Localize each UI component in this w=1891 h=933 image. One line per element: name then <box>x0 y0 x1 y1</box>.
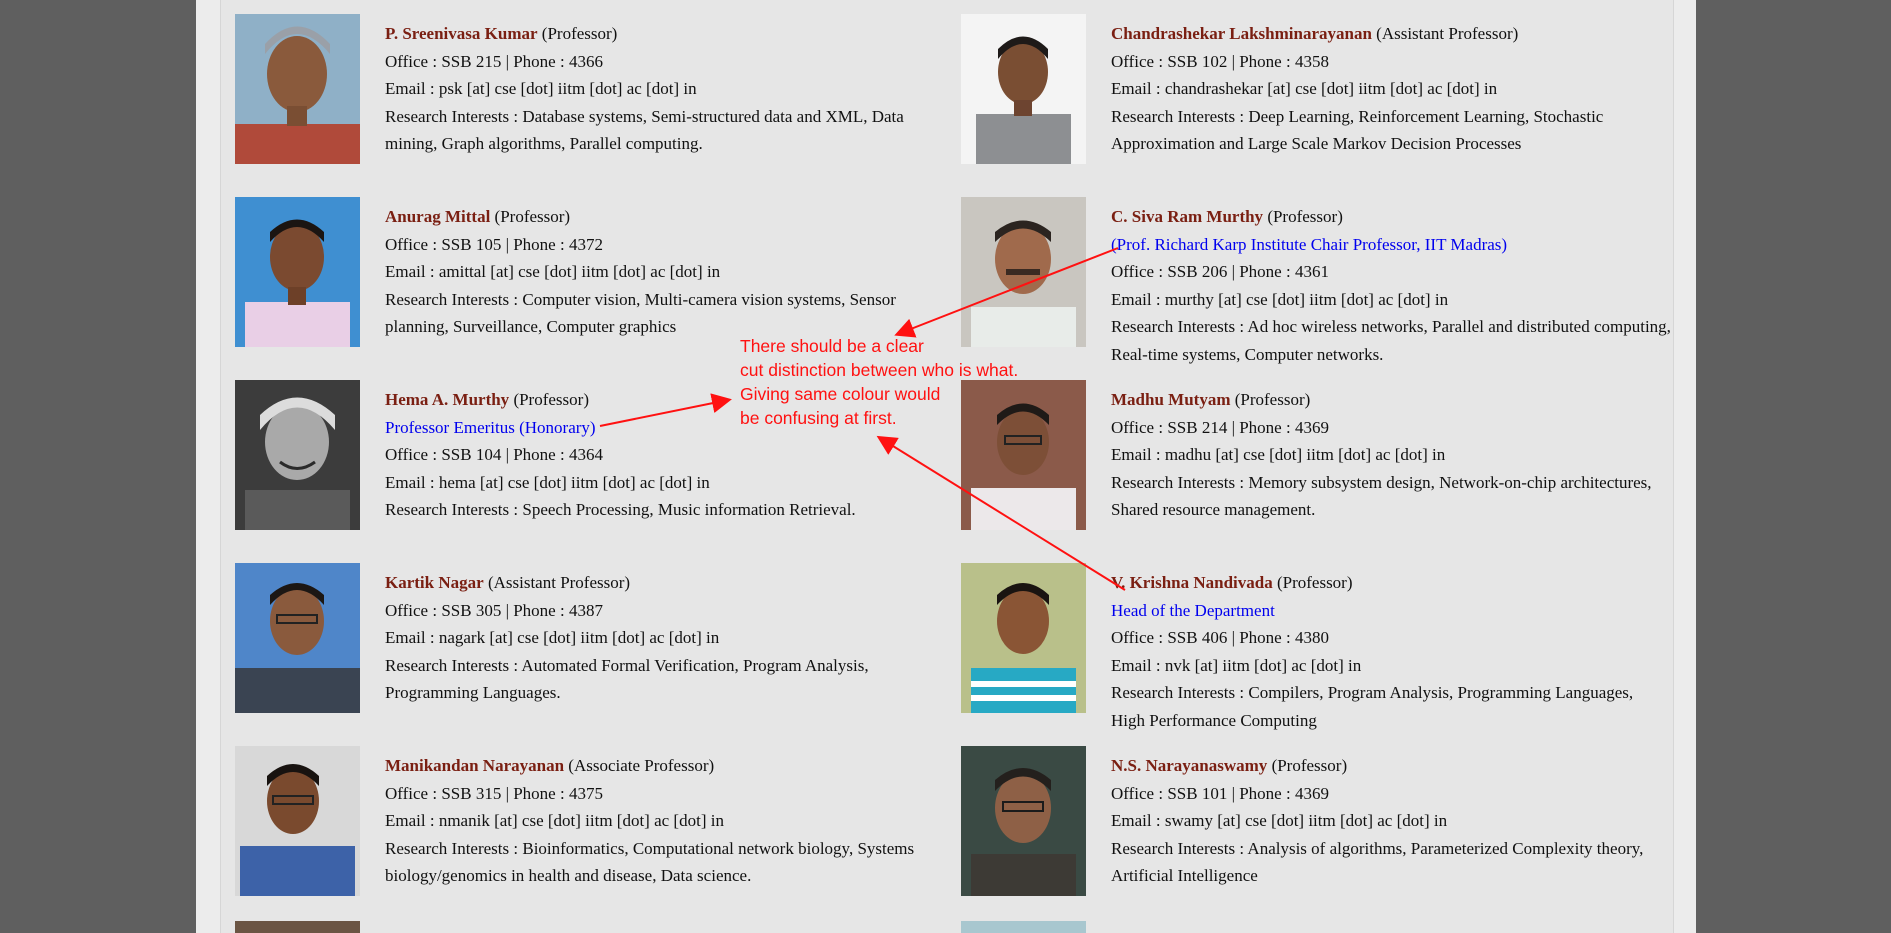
faculty-info: C. Siva Ram Murthy (Professor) (Prof. Ri… <box>1111 203 1671 368</box>
annotation-line: There should be a clear <box>740 336 924 356</box>
faculty-card: Chandrashekar Lakshminarayanan (Assistan… <box>961 14 1661 184</box>
faculty-name[interactable]: C. Siva Ram Murthy <box>1111 207 1263 226</box>
faculty-research: Research Interests : Memory subsystem de… <box>1111 472 1652 520</box>
faculty-office: Office : SSB 215 | Phone : 4366 <box>385 51 603 71</box>
faculty-info: N.S. Narayanaswamy (Professor) Office : … <box>1111 752 1671 890</box>
faculty-info: Kartik Nagar (Assistant Professor) Offic… <box>385 569 945 707</box>
faculty-role: (Professor) <box>1267 207 1343 226</box>
faculty-photo <box>235 746 360 896</box>
faculty-email: Email : swamy [at] cse [dot] iitm [dot] … <box>1111 811 1448 830</box>
faculty-email: Email : nagark [at] cse [dot] iitm [dot]… <box>385 628 720 647</box>
faculty-email: Email : psk [at] cse [dot] iitm [dot] ac… <box>385 79 697 98</box>
faculty-photo <box>235 14 360 164</box>
faculty-role: (Professor) <box>1234 390 1311 409</box>
faculty-photo <box>961 197 1086 347</box>
faculty-office: Office : SSB 406 | Phone : 4380 <box>1111 628 1329 647</box>
faculty-info: V. Krishna Nandivada (Professor) Head of… <box>1111 569 1671 734</box>
faculty-photo <box>235 197 360 347</box>
faculty-info: Anurag Mittal (Professor) Office : SSB 1… <box>385 203 945 341</box>
faculty-role: (Assistant Professor) <box>1376 24 1519 43</box>
faculty-photo <box>961 14 1086 164</box>
faculty-email: Email : madhu [at] cse [dot] iitm [dot] … <box>1111 445 1446 464</box>
faculty-card: Kartik Nagar (Assistant Professor) Offic… <box>235 563 935 733</box>
faculty-office: Office : SSB 104 | Phone : 4364 <box>385 445 603 464</box>
faculty-card: V. Krishna Nandivada (Professor) Head of… <box>961 563 1661 733</box>
faculty-photo-partial <box>235 921 360 933</box>
faculty-name[interactable]: Hema A. Murthy <box>385 390 509 409</box>
faculty-photo <box>961 746 1086 896</box>
faculty-name[interactable]: N.S. Narayanaswamy <box>1111 756 1267 775</box>
faculty-role: (Professor) <box>494 207 571 226</box>
faculty-role: (Professor) <box>513 390 589 409</box>
faculty-photo <box>235 563 360 713</box>
faculty-list-container: P. Sreenivasa Kumar (Professor) Office :… <box>220 0 1674 933</box>
faculty-role: (Professor) <box>541 24 618 43</box>
faculty-research: Research Interests : Database systems, S… <box>385 106 904 154</box>
faculty-research: Research Interests : Analysis of algorit… <box>1111 838 1644 886</box>
faculty-designation: Head of the Department <box>1111 600 1275 620</box>
faculty-name[interactable]: V. Krishna Nandivada <box>1111 573 1273 592</box>
faculty-designation: (Prof. Richard Karp Institute Chair Prof… <box>1111 234 1508 254</box>
faculty-info: P. Sreenivasa Kumar (Professor) Office :… <box>385 20 945 158</box>
faculty-research: Research Interests : Deep Learning, Rein… <box>1111 106 1604 154</box>
faculty-info: Chandrashekar Lakshminarayanan (Assistan… <box>1111 20 1671 158</box>
faculty-email: Email : hema [at] cse [dot] iitm [dot] a… <box>385 472 710 492</box>
faculty-card: Manikandan Narayanan (Associate Professo… <box>235 746 935 916</box>
faculty-office: Office : SSB 102 | Phone : 4358 <box>1111 51 1329 71</box>
faculty-office: Office : SSB 214 | Phone : 4369 <box>1111 417 1329 437</box>
faculty-name[interactable]: Kartik Nagar <box>385 573 484 592</box>
faculty-card: C. Siva Ram Murthy (Professor) (Prof. Ri… <box>961 197 1671 367</box>
faculty-research: Research Interests : Bioinformatics, Com… <box>385 838 915 886</box>
faculty-research: Research Interests : Ad hoc wireless net… <box>1111 317 1671 364</box>
faculty-name[interactable]: Anurag Mittal <box>385 207 490 226</box>
faculty-research: Research Interests : Automated Formal Ve… <box>385 655 869 703</box>
faculty-email: Email : nvk [at] iitm [dot] ac [dot] in <box>1111 655 1362 675</box>
faculty-card: P. Sreenivasa Kumar (Professor) Office :… <box>235 14 935 184</box>
faculty-info: Madhu Mutyam (Professor) Office : SSB 21… <box>1111 386 1671 524</box>
faculty-research: Research Interests : Computer vision, Mu… <box>385 289 896 337</box>
faculty-name[interactable]: Manikandan Narayanan <box>385 756 564 775</box>
page-background: P. Sreenivasa Kumar (Professor) Office :… <box>196 0 1696 933</box>
faculty-role: (Assistant Professor) <box>487 573 631 592</box>
faculty-research: Research Interests : Speech Processing, … <box>385 500 856 519</box>
faculty-research: Research Interests : Compilers, Program … <box>1111 683 1634 730</box>
faculty-office: Office : SSB 105 | Phone : 4372 <box>385 234 603 254</box>
faculty-name[interactable]: Chandrashekar Lakshminarayanan <box>1111 24 1372 43</box>
faculty-email: Email : amittal [at] cse [dot] iitm [dot… <box>385 262 721 281</box>
faculty-card: Madhu Mutyam (Professor) Office : SSB 21… <box>961 380 1661 550</box>
faculty-office: Office : SSB 305 | Phone : 4387 <box>385 600 603 620</box>
faculty-info: Manikandan Narayanan (Associate Professo… <box>385 752 945 890</box>
faculty-photo <box>961 563 1086 713</box>
annotation-note: There should be a clear cut distinction … <box>740 334 1060 430</box>
faculty-card: N.S. Narayanaswamy (Professor) Office : … <box>961 746 1661 916</box>
faculty-email: Email : murthy [at] cse [dot] iitm [dot]… <box>1111 289 1449 309</box>
faculty-email: Email : chandrashekar [at] cse [dot] iit… <box>1111 79 1498 98</box>
faculty-photo-partial <box>961 921 1086 933</box>
faculty-name[interactable]: Madhu Mutyam <box>1111 390 1230 409</box>
faculty-role: (Professor) <box>1276 573 1353 592</box>
faculty-office: Office : SSB 206 | Phone : 4361 <box>1111 262 1329 281</box>
faculty-office: Office : SSB 315 | Phone : 4375 <box>385 783 603 803</box>
faculty-photo <box>235 380 360 530</box>
faculty-name[interactable]: P. Sreenivasa Kumar <box>385 24 538 43</box>
annotation-line: cut distinction between who is what. <box>740 360 1019 380</box>
annotation-line: be confusing at first. <box>740 408 897 428</box>
faculty-role: (Associate Professor) <box>568 756 715 775</box>
annotation-line: Giving same colour would <box>740 384 941 404</box>
faculty-email: Email : nmanik [at] cse [dot] iitm [dot]… <box>385 811 724 830</box>
faculty-office: Office : SSB 101 | Phone : 4369 <box>1111 783 1329 803</box>
faculty-role: (Professor) <box>1271 756 1348 775</box>
